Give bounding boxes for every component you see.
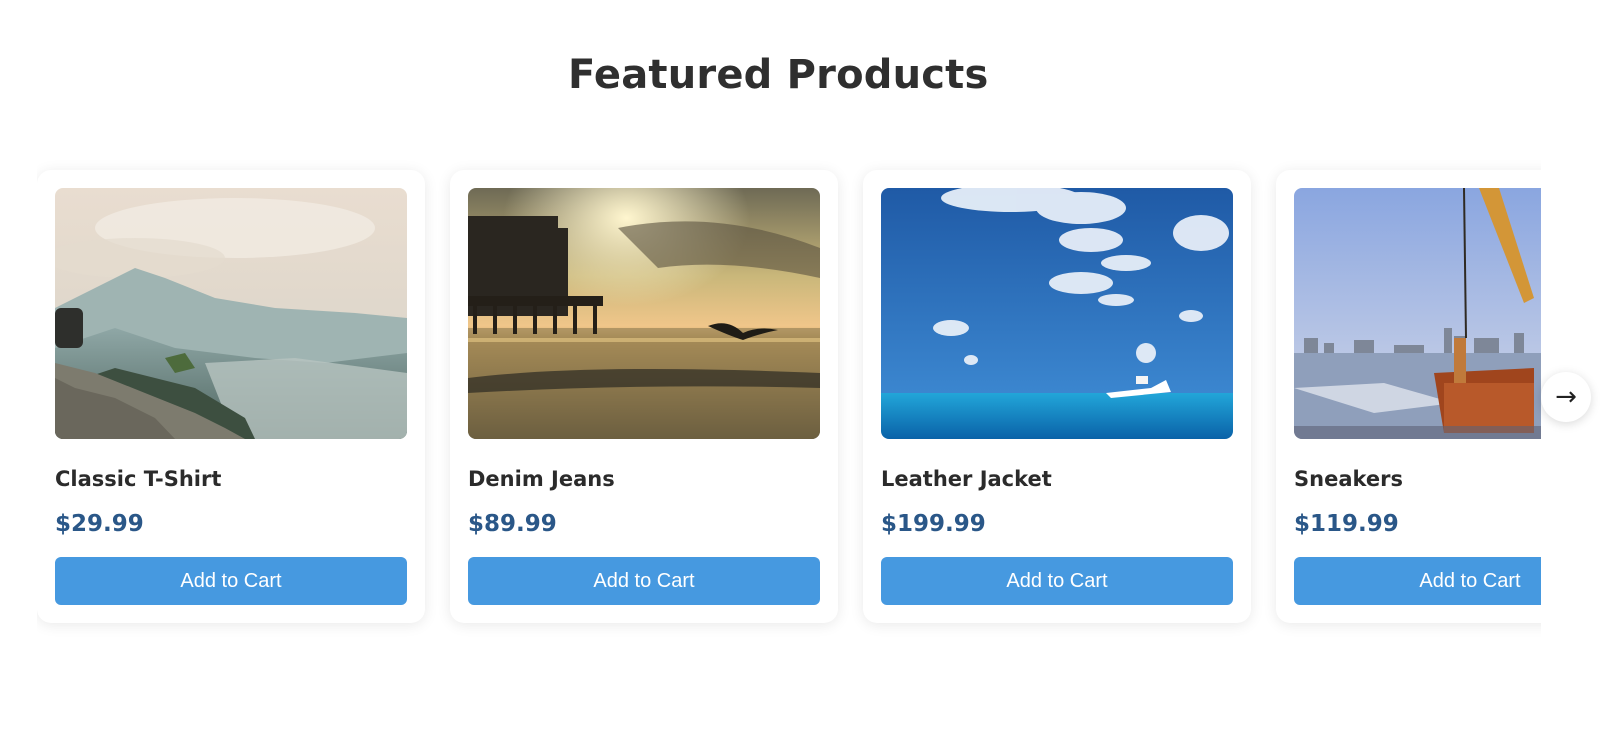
product-carousel: Classic T-Shirt $29.99 Add to Cart Denim… — [37, 160, 1541, 640]
product-name[interactable]: Denim Jeans — [468, 467, 820, 493]
add-to-cart-button[interactable]: Add to Cart — [1294, 557, 1541, 605]
product-name[interactable]: Sneakers — [1294, 467, 1541, 493]
product-image-mountain[interactable] — [55, 188, 407, 439]
product-image-pier[interactable] — [468, 188, 820, 439]
add-to-cart-button[interactable]: Add to Cart — [881, 557, 1233, 605]
product-card: Leather Jacket $199.99 Add to Cart — [863, 170, 1251, 623]
product-price: $29.99 — [55, 511, 144, 537]
product-image-ocean[interactable] — [881, 188, 1233, 439]
carousel-track: Classic T-Shirt $29.99 Add to Cart Denim… — [37, 170, 1541, 623]
product-price: $199.99 — [881, 511, 986, 537]
product-name[interactable]: Leather Jacket — [881, 467, 1233, 493]
section-title: Featured Products — [568, 52, 989, 98]
product-image-harbor[interactable] — [1294, 188, 1541, 439]
carousel-next-button[interactable]: → — [1541, 372, 1591, 422]
add-to-cart-button[interactable]: Add to Cart — [468, 557, 820, 605]
product-price: $89.99 — [468, 511, 557, 537]
product-card: Sneakers $119.99 Add to Cart — [1276, 170, 1541, 623]
featured-products-section: Featured Products Classic T-Shirt $29.99… — [0, 0, 1621, 749]
product-card: Denim Jeans $89.99 Add to Cart — [450, 170, 838, 623]
product-card: Classic T-Shirt $29.99 Add to Cart — [37, 170, 425, 623]
arrow-right-icon: → — [1555, 382, 1577, 412]
product-price: $119.99 — [1294, 511, 1399, 537]
product-name[interactable]: Classic T-Shirt — [55, 467, 407, 493]
add-to-cart-button[interactable]: Add to Cart — [55, 557, 407, 605]
